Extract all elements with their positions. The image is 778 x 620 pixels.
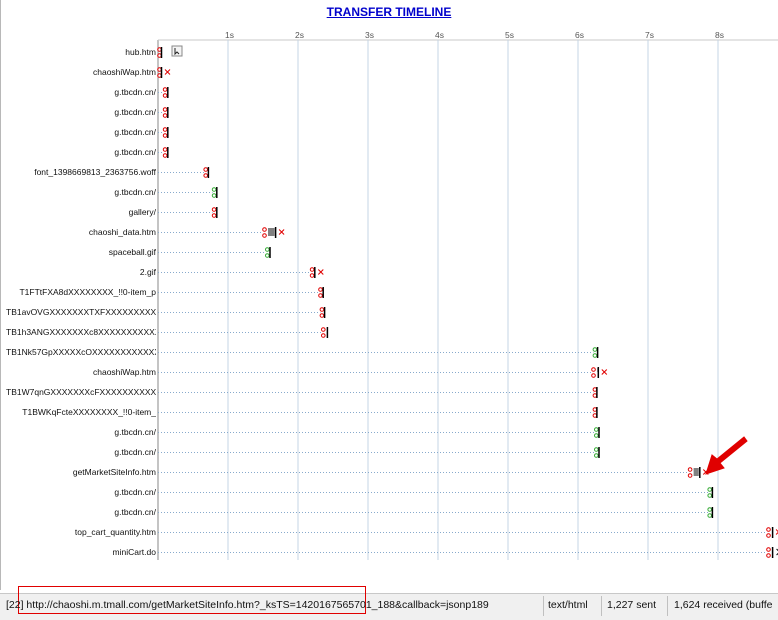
- response-marker: [162, 93, 168, 98]
- response-marker: [766, 553, 771, 558]
- separator: [667, 596, 668, 616]
- request-marker: [707, 507, 713, 512]
- status-type: text/html: [548, 599, 588, 611]
- request-marker: [162, 147, 168, 152]
- response-marker: [319, 313, 325, 318]
- response-marker: [262, 233, 267, 238]
- cursor-icon: [171, 45, 183, 57]
- request-marker: [687, 467, 693, 472]
- request-marker: [319, 307, 325, 312]
- response-marker: [265, 253, 270, 258]
- request-marker: [162, 127, 168, 132]
- status-received: 1,624 received (buffe: [674, 599, 773, 611]
- separator: [543, 596, 544, 616]
- request-marker: [594, 427, 599, 432]
- request-marker: [211, 207, 217, 212]
- response-marker: [591, 373, 596, 378]
- response-marker: [211, 193, 217, 198]
- request-marker: [707, 487, 713, 492]
- request-marker: [592, 347, 598, 352]
- response-marker: [707, 493, 713, 498]
- request-marker: [309, 267, 315, 272]
- response-marker: [318, 293, 323, 298]
- request-marker: [321, 327, 326, 332]
- separator: [601, 596, 602, 616]
- response-marker: [594, 433, 599, 438]
- annotation-arrow-icon: [705, 436, 748, 475]
- response-marker: [594, 453, 599, 458]
- response-marker: [309, 273, 315, 278]
- request-marker: [766, 547, 771, 552]
- response-marker: [321, 333, 326, 338]
- status-sent: 1,227 sent: [607, 599, 657, 611]
- status-bar: [22] http://chaoshi.m.tmall.com/getMarke…: [0, 586, 778, 620]
- request-marker: [203, 167, 208, 172]
- timeline-chart: [157, 39, 778, 560]
- request-marker: [766, 527, 771, 532]
- response-marker: [203, 173, 208, 178]
- response-marker: [162, 113, 168, 118]
- request-marker: [594, 447, 599, 452]
- response-marker: [766, 533, 771, 538]
- request-marker: [318, 287, 323, 292]
- request-marker: [162, 87, 168, 92]
- response-marker: [211, 213, 217, 218]
- status-url: [22] http://chaoshi.m.tmall.com/getMarke…: [6, 599, 489, 611]
- response-marker: [707, 513, 713, 518]
- request-marker: [591, 367, 596, 372]
- response-marker: [162, 153, 168, 158]
- request-marker: [262, 227, 267, 232]
- request-marker: [162, 107, 168, 112]
- response-marker: [592, 353, 598, 358]
- response-marker: [687, 473, 693, 478]
- request-marker: [265, 247, 270, 252]
- request-marker: [211, 187, 217, 192]
- response-marker: [162, 133, 168, 138]
